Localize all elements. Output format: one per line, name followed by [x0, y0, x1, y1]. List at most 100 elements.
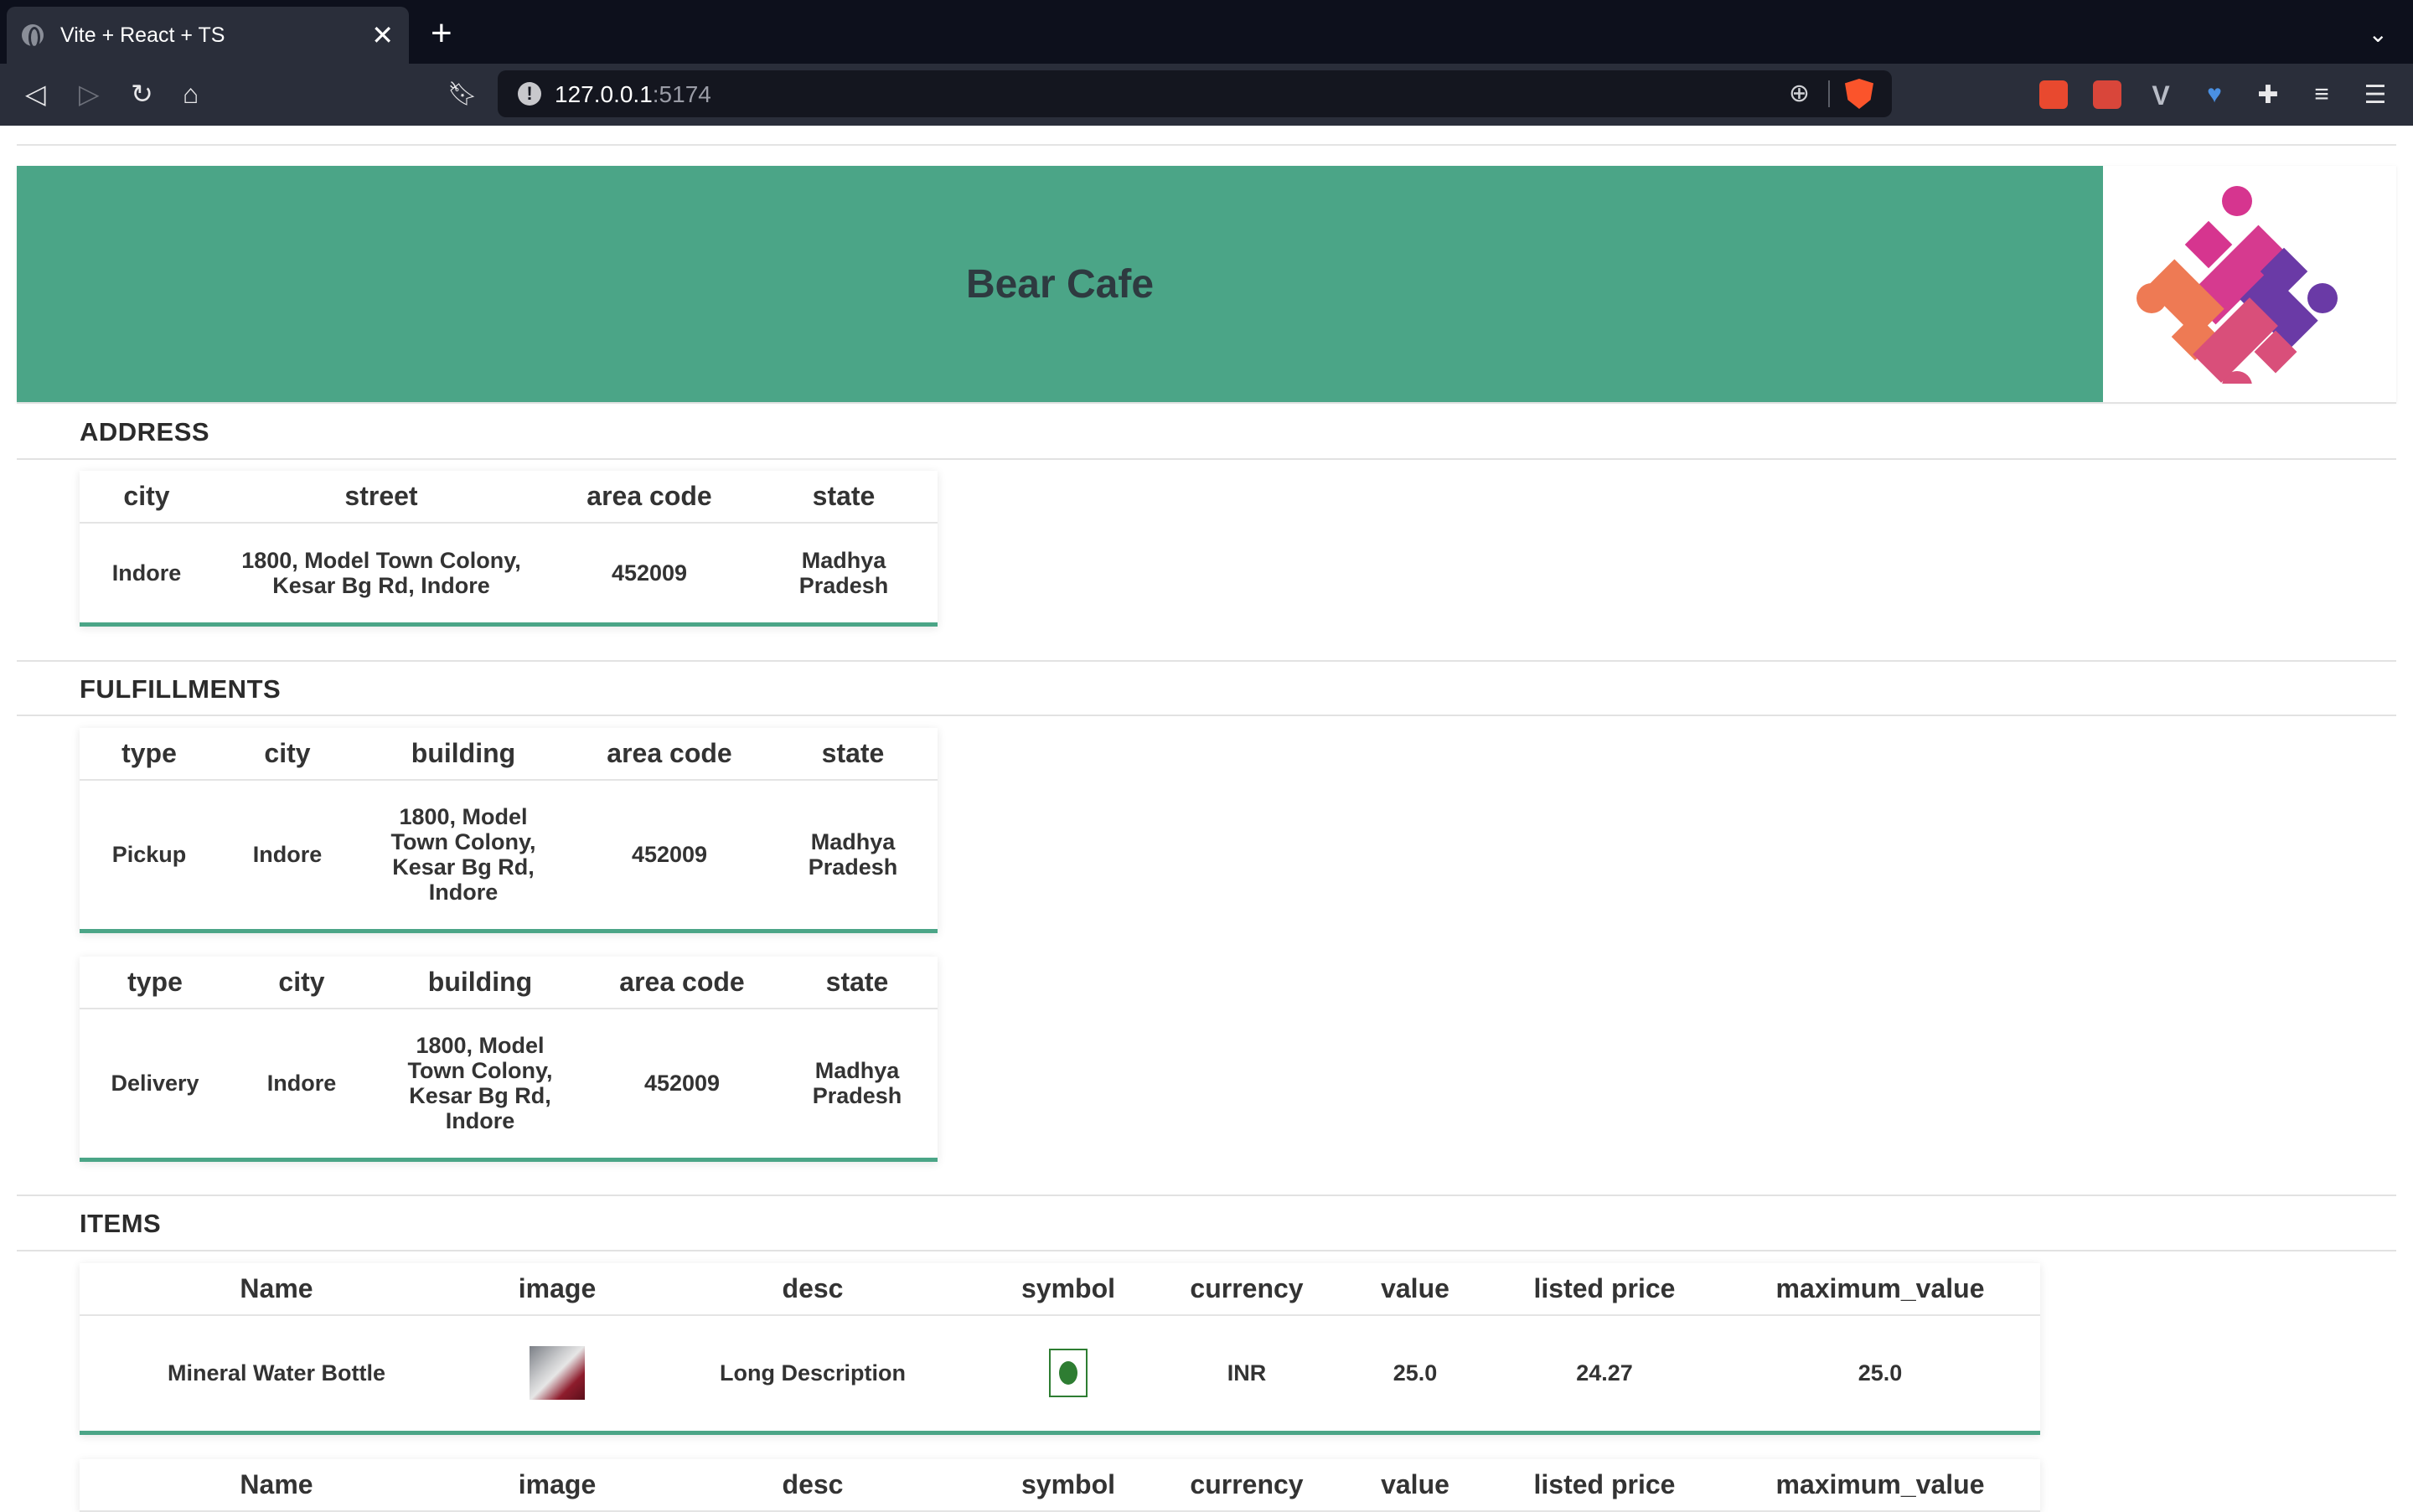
- store-header: Bear Cafe: [17, 166, 2396, 402]
- zoom-icon[interactable]: ⊕: [1789, 79, 1810, 108]
- column-header: city: [219, 728, 356, 781]
- address-section-title: ADDRESS: [80, 417, 210, 446]
- store-logo: [2137, 186, 2338, 384]
- items-table: Name image desc symbol currency value li…: [80, 1459, 2040, 1512]
- divider: [17, 1250, 2396, 1251]
- column-header: Name: [80, 1459, 473, 1512]
- column-header: area code: [549, 471, 750, 524]
- table-row: Pickup Indore 1800, Model Town Colony, K…: [80, 780, 938, 931]
- browser-tab[interactable]: Vite + React + TS ✕: [7, 7, 409, 64]
- fulfillment-table: type city building area code state Deliv…: [80, 957, 938, 1162]
- column-header: symbol: [984, 1459, 1152, 1512]
- table-row: Indore 1800, Model Town Colony, Kesar Bg …: [80, 523, 938, 624]
- fulfillment-table: type city building area code state Picku…: [80, 728, 938, 933]
- column-header: area code: [587, 957, 777, 1009]
- brave-shield-icon[interactable]: [1845, 79, 1873, 109]
- cell-area-code: 452009: [643, 1071, 721, 1097]
- tab-title: Vite + React + TS: [60, 23, 225, 47]
- cell-maximum-value: 25.0: [1858, 1360, 1903, 1386]
- column-header: area code: [571, 728, 768, 781]
- column-header: currency: [1152, 1263, 1341, 1316]
- cell-area-code: 452009: [611, 560, 688, 586]
- bookmark-icon[interactable]: 🔖︎: [447, 79, 478, 109]
- divider: [17, 1195, 2396, 1196]
- store-name: Bear Cafe: [965, 261, 1155, 307]
- cell-listed-price: 24.27: [1576, 1360, 1633, 1386]
- vue-devtools-icon[interactable]: V: [2147, 80, 2175, 111]
- column-header: desc: [641, 1263, 984, 1316]
- cell-city: Indore: [252, 842, 323, 868]
- url-text[interactable]: 127.0.0.1:5174: [555, 81, 711, 108]
- cell-city: Indore: [111, 560, 182, 586]
- cell-desc: Long Description: [720, 1360, 906, 1386]
- page-content: Bear Cafe ADDRESS city street area code: [0, 126, 2413, 1512]
- column-header: city: [230, 957, 373, 1009]
- column-header: currency: [1152, 1459, 1341, 1512]
- cell-symbol: [984, 1315, 1152, 1432]
- forward-icon[interactable]: ▷: [79, 79, 100, 109]
- column-header: symbol: [984, 1263, 1152, 1316]
- divider: [17, 402, 2396, 404]
- cell-building: 1800, Model Town Colony, Kesar Bg Rd, In…: [390, 804, 536, 906]
- table-header-row: city street area code state: [80, 471, 938, 524]
- column-header: type: [80, 957, 230, 1009]
- cell-currency: INR: [1227, 1360, 1267, 1386]
- table-row: Mineral Water Bottle Long Description IN…: [80, 1315, 2040, 1432]
- divider: [17, 660, 2396, 662]
- store-banner: Bear Cafe: [17, 166, 2103, 402]
- column-header: Name: [80, 1263, 473, 1316]
- globe-icon: [22, 24, 44, 49]
- urlbar-separator: [1828, 80, 1830, 107]
- column-header: building: [356, 728, 571, 781]
- cell-type: Pickup: [111, 842, 187, 868]
- menu-icon[interactable]: ☰: [2361, 80, 2390, 109]
- column-header: state: [768, 728, 938, 781]
- column-header: state: [750, 471, 938, 524]
- cell-value: 25.0: [1393, 1360, 1438, 1386]
- divider: [17, 458, 2396, 460]
- divider: [17, 144, 2396, 146]
- cell-area-code: 452009: [631, 842, 708, 868]
- browser-toolbar: ◁ ▷ ↻ ⌂ 🔖︎ ! 127.0.0.1:5174 ⊕ V ♥ ✚ ≡ ☰: [0, 64, 2413, 126]
- back-icon[interactable]: ◁: [25, 79, 46, 109]
- close-tab-icon[interactable]: ✕: [371, 22, 394, 49]
- column-header: state: [777, 957, 938, 1009]
- table-header-row: type city building area code state: [80, 957, 938, 1009]
- home-icon[interactable]: ⌂: [183, 79, 199, 109]
- cell-name: Mineral Water Bottle: [167, 1360, 386, 1386]
- table-header-row: Name image desc symbol currency value li…: [80, 1263, 2040, 1316]
- column-header: value: [1341, 1459, 1489, 1512]
- cell-building: 1800, Model Town Colony, Kesar Bg Rd, In…: [407, 1033, 553, 1134]
- reload-icon[interactable]: ↻: [131, 79, 153, 109]
- fulfillments-section-title: FULFILLMENTS: [80, 674, 282, 704]
- address-table: city street area code state Indore 1800,…: [80, 471, 938, 627]
- table-row: Delivery Indore 1800, Model Town Colony,…: [80, 1009, 938, 1159]
- column-header: building: [373, 957, 587, 1009]
- reading-list-icon[interactable]: ≡: [2307, 80, 2336, 109]
- new-tab-button[interactable]: +: [431, 15, 452, 52]
- table-header-row: Name image desc symbol currency value li…: [80, 1459, 2040, 1512]
- address-bar[interactable]: ! 127.0.0.1:5174 ⊕: [498, 70, 1892, 117]
- cell-state: Madhya Pradesh: [812, 1058, 902, 1109]
- product-thumbnail[interactable]: [530, 1346, 585, 1401]
- items-section-title: ITEMS: [80, 1209, 162, 1238]
- column-header: listed price: [1489, 1263, 1720, 1316]
- cell-street: 1800, Model Town Colony, Kesar Bg Rd, Ind…: [241, 547, 521, 598]
- extensions-icon[interactable]: ✚: [2254, 80, 2282, 109]
- extension-percent-icon[interactable]: [2039, 80, 2068, 109]
- table-header-row: type city building area code state: [80, 728, 938, 781]
- chevron-down-icon[interactable]: ⌄: [2369, 20, 2388, 48]
- cell-city: Indore: [266, 1071, 337, 1097]
- divider: [17, 715, 2396, 716]
- column-header: image: [473, 1263, 641, 1316]
- cell-type: Delivery: [111, 1071, 199, 1097]
- column-header: image: [473, 1459, 641, 1512]
- heart-extension-icon[interactable]: ♥: [2200, 80, 2229, 109]
- cell-image: [473, 1315, 641, 1432]
- cell-state: Madhya Pradesh: [798, 547, 889, 598]
- extension-puzzle-red-icon[interactable]: [2093, 80, 2121, 109]
- column-header: desc: [641, 1459, 984, 1512]
- column-header: listed price: [1489, 1459, 1720, 1512]
- site-info-icon[interactable]: !: [518, 82, 541, 106]
- column-header: maximum_value: [1720, 1459, 2040, 1512]
